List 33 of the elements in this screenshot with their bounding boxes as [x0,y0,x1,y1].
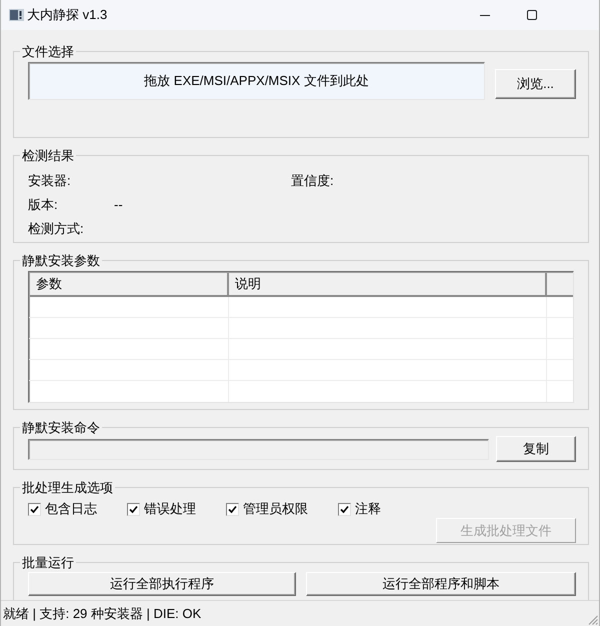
maximize-icon[interactable] [527,10,537,20]
checkbox-label[interactable]: 注释 [355,501,381,517]
column-header[interactable]: 参数 [30,273,229,295]
group-title: 批量运行 [21,554,75,571]
checkbox-label[interactable]: 管理员权限 [243,501,308,517]
checkbox[interactable] [226,502,239,516]
group-title: 静默安装参数 [21,252,101,269]
status-text: 就绪 | 支持: 29 种安装器 | DIE: OK [3,606,202,622]
group-title: 静默安装命令 [21,419,101,436]
run-button[interactable]: 运行全部程序和脚本 [306,572,576,596]
field-label: 检测方式: [28,221,84,237]
group-title: 检测结果 [21,147,75,164]
checkbox[interactable] [28,502,41,516]
field-label: 置信度: [291,173,334,189]
app-icon [9,9,24,21]
copy-button[interactable]: 复制 [496,436,576,462]
group-title: 批处理生成选项 [21,479,114,496]
field-value: -- [114,197,123,213]
group-title: 文件选择 [21,43,75,60]
browse-button[interactable]: 浏览... [495,69,576,99]
checkbox-label[interactable]: 包含日志 [45,501,97,517]
checkbox[interactable] [127,502,140,516]
window-title: 大内静探 v1.3 [27,7,108,23]
column-header[interactable]: 说明 [229,273,547,295]
checkbox[interactable] [338,502,351,516]
command-field[interactable] [28,438,489,460]
resize-grip-icon[interactable] [588,615,598,625]
minimize-icon[interactable] [480,14,490,16]
field-label: 版本: [28,197,58,213]
field-label: 安装器: [28,173,71,189]
run-button[interactable]: 运行全部执行程序 [28,572,296,596]
drop-zone[interactable]: 拖放 EXE/MSI/APPX/MSIX 文件到此处 [28,62,485,100]
checkbox-label[interactable]: 错误处理 [144,501,196,517]
